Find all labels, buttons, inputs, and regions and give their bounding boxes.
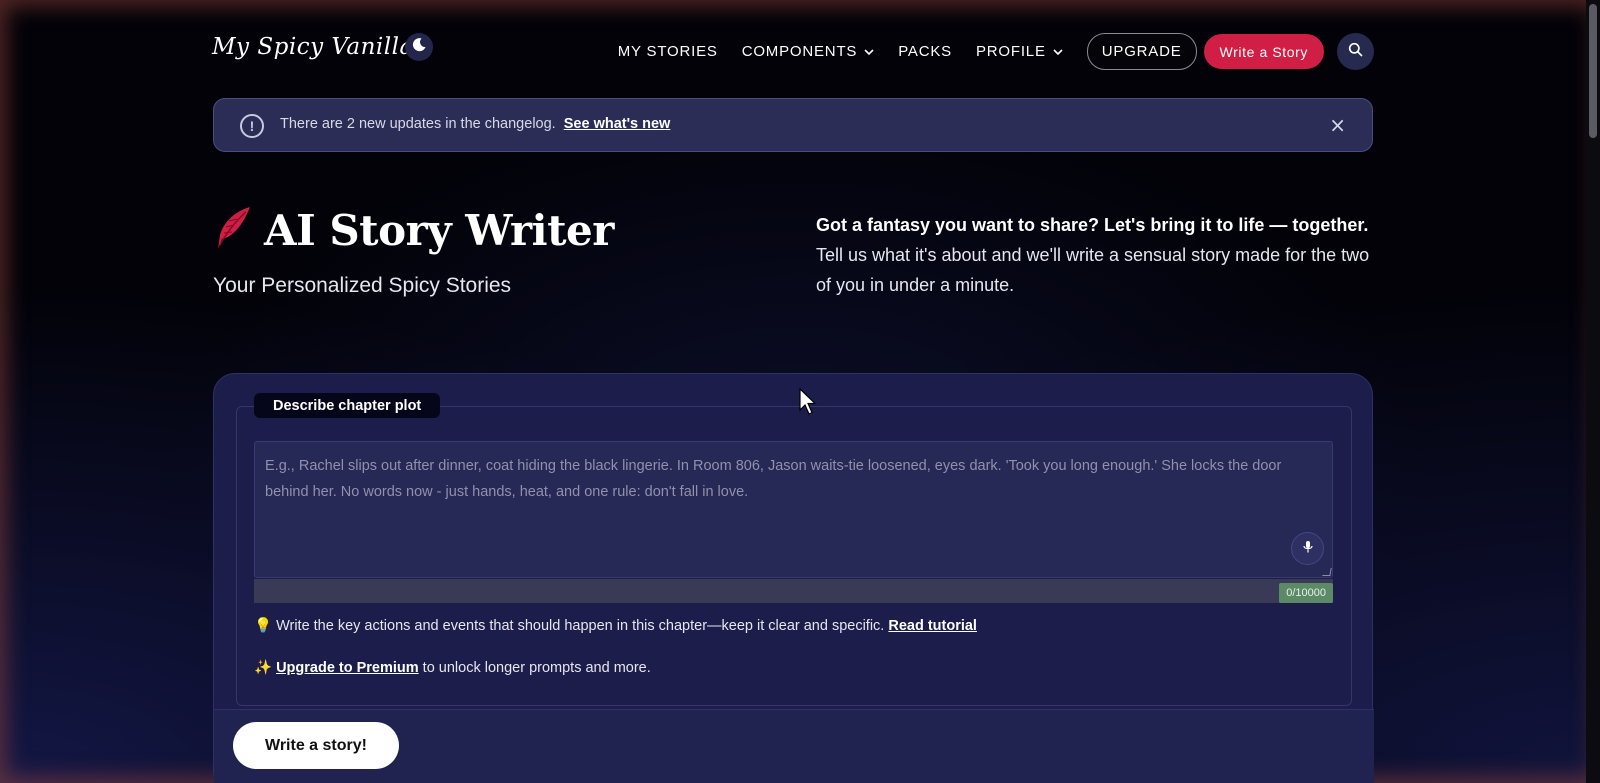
premium-hint: ✨ Upgrade to Premium to unlock longer pr… bbox=[254, 659, 651, 677]
write-a-story-button[interactable]: Write a Story bbox=[1203, 34, 1324, 69]
hero-tagline: Tell us what it's about and we'll write … bbox=[816, 245, 1370, 295]
see-whats-new-link[interactable]: See what's new bbox=[564, 116, 671, 132]
chevron-down-icon bbox=[864, 47, 874, 58]
page-scrollbar[interactable] bbox=[1586, 0, 1600, 783]
character-counter-bar: 0/10000 bbox=[254, 579, 1333, 603]
chapter-plot-box bbox=[254, 441, 1333, 578]
lightbulb-icon: 💡 bbox=[254, 618, 273, 634]
chapter-hint-text: Write the key actions and events that sh… bbox=[276, 617, 885, 634]
alert-icon: ! bbox=[240, 114, 264, 138]
close-icon[interactable]: × bbox=[1329, 113, 1346, 137]
upgrade-button[interactable]: UPGRADE bbox=[1086, 33, 1197, 70]
page-subtitle: Your Personalized Spicy Stories bbox=[213, 274, 512, 297]
story-form-card: Describe chapter plot 0/10000 💡 Write th… bbox=[213, 373, 1374, 783]
site-logo[interactable]: My Spicy Vanilla bbox=[212, 34, 414, 60]
hero-tagline-bold: Got a fantasy you want to share? Let's b… bbox=[816, 215, 1369, 235]
theme-toggle-button[interactable] bbox=[405, 33, 433, 61]
chapter-plot-label: Describe chapter plot bbox=[254, 393, 441, 418]
feather-icon bbox=[214, 205, 264, 255]
microphone-icon bbox=[1302, 539, 1314, 558]
hero-description: Got a fantasy you want to share? Let's b… bbox=[816, 210, 1376, 300]
site-header: My Spicy Vanilla MY STORIES COMPONENTS P… bbox=[212, 30, 1374, 74]
nav-my-stories[interactable]: MY STORIES bbox=[618, 43, 718, 60]
changelog-banner: ! There are 2 new updates in the changel… bbox=[213, 98, 1373, 152]
character-counter: 0/10000 bbox=[1279, 583, 1333, 603]
hero-heading: AI Story Writer bbox=[214, 205, 614, 255]
nav-profile-label: PROFILE bbox=[975, 43, 1046, 60]
read-tutorial-link[interactable]: Read tutorial bbox=[888, 618, 977, 634]
search-button[interactable] bbox=[1337, 33, 1374, 70]
form-footer: Write a story! bbox=[214, 709, 1374, 783]
write-story-submit-button[interactable]: Write a story! bbox=[233, 722, 399, 769]
banner-message: There are 2 new updates in the changelog… bbox=[280, 116, 670, 132]
mouse-cursor-icon bbox=[799, 388, 817, 415]
resize-handle[interactable] bbox=[1322, 568, 1332, 576]
nav-my-stories-label: MY STORIES bbox=[617, 43, 718, 60]
nav-profile[interactable]: PROFILE bbox=[976, 43, 1063, 60]
premium-hint-text: to unlock longer prompts and more. bbox=[422, 659, 651, 676]
moon-icon bbox=[411, 37, 427, 57]
chapter-plot-input[interactable] bbox=[255, 442, 1332, 577]
upgrade-to-premium-link[interactable]: Upgrade to Premium bbox=[276, 660, 419, 676]
main-nav: MY STORIES COMPONENTS PACKS PROFILE UPGR… bbox=[618, 33, 1374, 70]
nav-packs[interactable]: PACKS bbox=[898, 43, 952, 60]
chevron-down-icon bbox=[1053, 47, 1063, 58]
sparkles-icon: ✨ bbox=[254, 660, 273, 676]
page-title: AI Story Writer bbox=[264, 205, 614, 255]
chapter-hint: 💡 Write the key actions and events that … bbox=[254, 617, 981, 635]
nav-components-label: COMPONENTS bbox=[741, 43, 858, 60]
nav-components[interactable]: COMPONENTS bbox=[742, 43, 875, 60]
voice-input-button[interactable] bbox=[1291, 532, 1324, 565]
search-icon bbox=[1348, 42, 1363, 61]
nav-packs-label: PACKS bbox=[898, 43, 952, 60]
banner-text: There are 2 new updates in the changelog… bbox=[280, 116, 556, 132]
scrollbar-thumb[interactable] bbox=[1589, 4, 1597, 138]
